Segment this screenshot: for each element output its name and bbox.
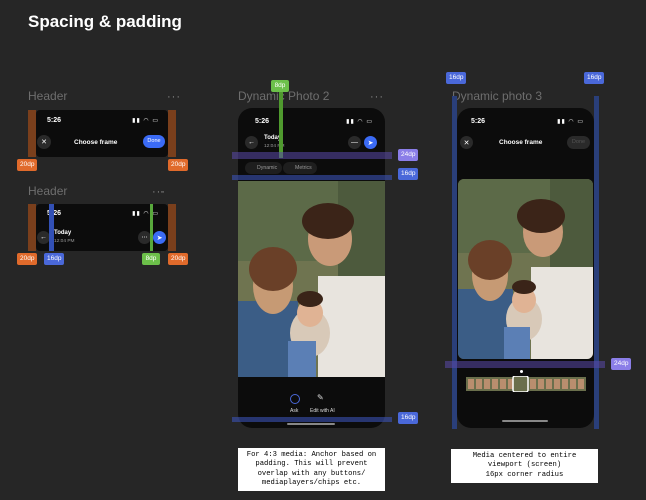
- back-icon[interactable]: ←: [245, 136, 258, 149]
- photo-illustration: [238, 181, 385, 377]
- more-options-icon[interactable]: ···: [167, 91, 181, 103]
- send-icon[interactable]: ➤: [364, 136, 377, 149]
- spacing-badge-8dp: 8dp: [271, 80, 289, 92]
- header-frame-1: 5:26 ▮▮ ◠ ▭ ✕ Choose frame Done: [36, 110, 168, 157]
- section-label-header: Header: [28, 184, 68, 198]
- spacing-badge-left: 20dp: [17, 253, 38, 265]
- spacing-badge-16dp: 16dp: [44, 253, 65, 265]
- more-options-icon[interactable]: ···: [370, 91, 384, 103]
- spacing-8dp-marker: [150, 204, 153, 251]
- phone-frame-dynamic-photo-3: 5:26 ▮▮ ◠ ▭ ✕ Choose frame Done: [457, 108, 594, 428]
- chip-metrics[interactable]: Metrics: [283, 162, 317, 174]
- close-icon[interactable]: ✕: [37, 135, 51, 149]
- padding-right-marker: [168, 110, 176, 157]
- section-label-header: Header: [28, 89, 68, 103]
- position-dot: [520, 370, 523, 373]
- home-indicator: [287, 423, 335, 425]
- note-dynamic-photo-3: Media centered to entire viewport (scree…: [451, 449, 598, 483]
- header-title: Today: [54, 230, 72, 236]
- home-indicator: [502, 420, 548, 422]
- status-time: 5:26: [471, 118, 486, 125]
- filmstrip-thumbnails[interactable]: [466, 375, 586, 393]
- status-icons: ▮▮ ◠ ▭: [132, 211, 159, 217]
- spacing-badge-24dp: 24dp: [398, 149, 419, 161]
- spacing-16dp-marker: [232, 175, 392, 180]
- status-icons: ▮▮ ◠ ▭: [346, 119, 373, 125]
- spacing-badge-24dp: 24dp: [611, 358, 632, 370]
- section-label-dynamic-photo-3: Dynamic photo 3: [452, 89, 543, 103]
- frame-filmstrip[interactable]: [466, 375, 586, 393]
- spacing-badge-16dp: 16dp: [398, 168, 419, 180]
- header-title: Choose frame: [499, 139, 543, 146]
- chip-dynamic[interactable]: Dynamic: [245, 162, 283, 174]
- pen-icon[interactable]: ✎: [317, 393, 324, 402]
- header-frame-2: 5:26 ▮▮ ◠ ▭ ← Today 12:04 PM ⋯ ➤: [36, 204, 168, 251]
- spacing-badge-16dp: 16dp: [446, 72, 467, 84]
- spacing-badge-16dp: 16dp: [398, 412, 419, 424]
- padding-left-marker: [28, 110, 36, 157]
- send-icon[interactable]: ➤: [153, 231, 166, 244]
- family-photo: [458, 179, 593, 359]
- spacing-24dp-marker: [445, 361, 605, 368]
- status-time: 5:26: [47, 117, 62, 124]
- more-options-icon[interactable]: ···: [152, 186, 166, 198]
- spacing-8dp-marker: [279, 90, 283, 158]
- extra-dots: ·: [160, 186, 164, 198]
- done-button[interactable]: Done: [143, 135, 165, 148]
- padding-right-marker: [168, 204, 176, 251]
- page-title: Spacing & padding: [28, 12, 182, 31]
- spacing-badge-right: 20dp: [168, 253, 189, 265]
- spacing-16dp-marker: [594, 96, 599, 429]
- spacing-badge-right: 20dp: [168, 159, 189, 171]
- sparkle-icon[interactable]: [290, 394, 300, 404]
- minus-icon[interactable]: —: [348, 136, 361, 149]
- photo-illustration: [458, 179, 593, 359]
- padding-left-marker: [28, 204, 36, 251]
- header-title: Choose frame: [74, 139, 118, 146]
- spacing-24dp-marker: [232, 152, 392, 159]
- close-icon[interactable]: ✕: [460, 136, 473, 149]
- spacing-16dp-marker: [232, 417, 392, 422]
- spacing-16dp-marker: [49, 204, 54, 251]
- status-icons: ▮▮ ◠ ▭: [557, 119, 584, 125]
- header-subtitle: 12:04 PM: [54, 239, 75, 244]
- spacing-badge-8dp: 8dp: [142, 253, 160, 265]
- family-photo: [238, 181, 385, 377]
- status-time: 5:26: [255, 118, 270, 125]
- spacing-badge-16dp: 16dp: [584, 72, 605, 84]
- note-dynamic-photo-2: For 4:3 media: Anchor based on padding. …: [238, 448, 385, 491]
- spacing-badge-left: 20dp: [17, 159, 38, 171]
- ask-label[interactable]: Ask: [290, 408, 298, 414]
- status-icons: ▮▮ ◠ ▭: [132, 118, 159, 124]
- done-button[interactable]: Done: [567, 136, 590, 149]
- edit-with-ai-label[interactable]: Edit with AI: [310, 408, 335, 414]
